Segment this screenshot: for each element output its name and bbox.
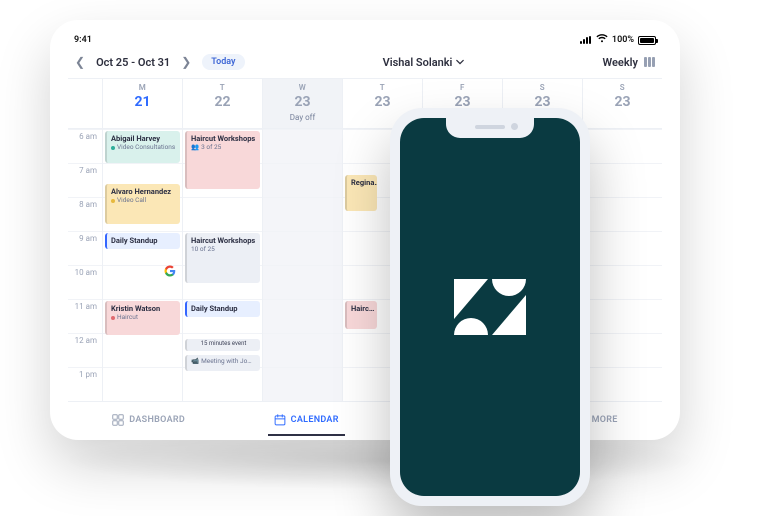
today-button[interactable]: Today [202, 54, 244, 70]
user-selector[interactable]: Vishal Solanki [383, 56, 465, 69]
calendar-icon [274, 414, 286, 426]
video-icon: 📹 [191, 358, 199, 366]
day-header-tue[interactable]: T22 [182, 79, 262, 128]
status-time: 9:41 [74, 35, 92, 45]
phone-screen [400, 118, 580, 496]
dashboard-icon [112, 414, 124, 426]
col-sun[interactable] [582, 129, 662, 401]
tab-dashboard[interactable]: DASHBOARD [106, 410, 191, 430]
status-bar: 9:41 100% [68, 34, 662, 52]
col-tue[interactable]: Haircut Workshops👥3 of 25 Haircut Worksh… [182, 129, 262, 401]
event[interactable]: Daily Standup [185, 301, 260, 317]
time-gutter: 6 am 7 am 8 am 9 am 10 am 11 am 12 am 1 … [68, 129, 102, 401]
next-week-button[interactable]: ❯ [178, 55, 194, 69]
event[interactable]: Haircut Workshops👥3 of 25 [185, 131, 260, 189]
zendesk-logo-icon [454, 279, 526, 335]
event[interactable]: 15 minutes event [185, 339, 260, 351]
battery-icon [638, 36, 656, 45]
wifi-icon [596, 34, 608, 46]
day-header-wed[interactable]: W23Day off [262, 79, 342, 128]
calendar-header: ❮ Oct 25 - Oct 31 ❯ Today Vishal Solanki… [68, 52, 662, 78]
event[interactable]: Alvaro HernandezVideo Call [105, 184, 180, 224]
phone-device [390, 108, 590, 506]
chevron-down-icon [456, 58, 464, 66]
date-range[interactable]: Oct 25 - Oct 31 [96, 56, 170, 69]
battery-pct: 100% [612, 35, 634, 45]
signal-icon [580, 36, 592, 44]
event[interactable]: Daily Standup [105, 233, 180, 249]
google-sync-icon [164, 265, 176, 280]
event[interactable]: Haircut Workshops10 of 25 [185, 233, 260, 283]
tab-calendar[interactable]: CALENDAR [268, 410, 345, 430]
view-mode-label: Weekly [603, 56, 638, 69]
event[interactable]: Regina… [345, 175, 377, 211]
phone-notch [446, 118, 534, 138]
event[interactable]: Hairc… [345, 301, 377, 329]
day-header-mon[interactable]: M21 [102, 79, 182, 128]
view-mode-icon [644, 57, 658, 67]
user-name: Vishal Solanki [383, 56, 453, 69]
prev-week-button[interactable]: ❮ [72, 55, 88, 69]
event[interactable]: 📹Meeting with Jo… [185, 355, 260, 371]
event[interactable]: Kristin WatsonHaircut [105, 301, 180, 335]
col-wed[interactable] [262, 129, 342, 401]
view-mode[interactable]: Weekly [603, 56, 658, 69]
col-mon[interactable]: Abigail HarveyVideo Consultations Alvaro… [102, 129, 182, 401]
day-header-sun[interactable]: S23 [582, 79, 662, 128]
status-right: 100% [580, 34, 656, 46]
event[interactable]: Abigail HarveyVideo Consultations [105, 131, 180, 163]
group-icon: 👥 [191, 144, 199, 152]
